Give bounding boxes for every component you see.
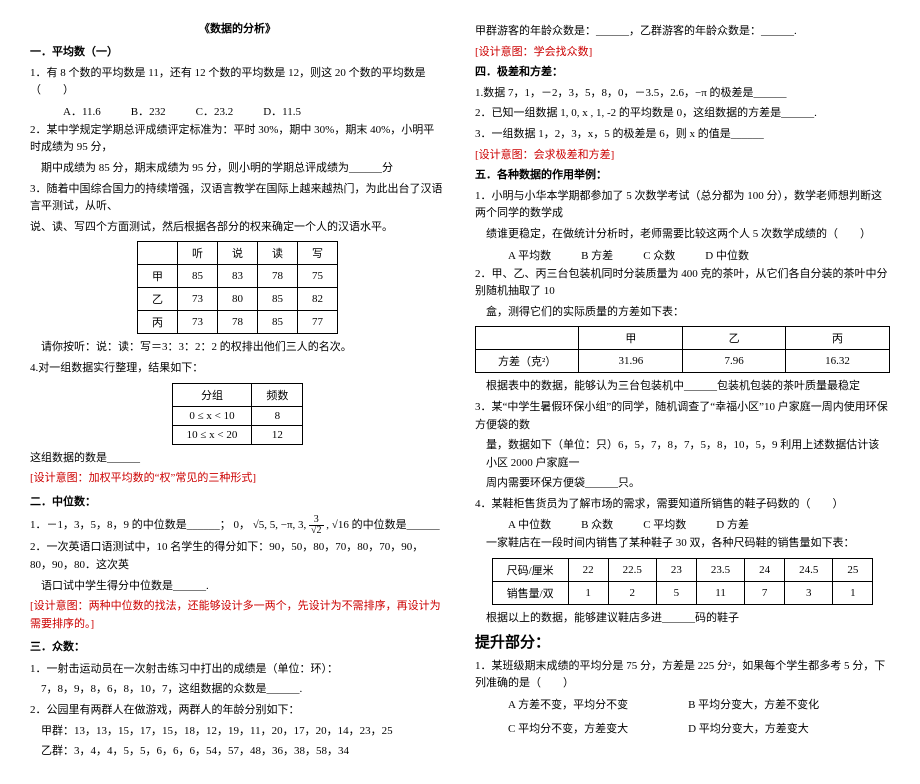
section-1-head: 一．平均数（一）	[30, 44, 445, 62]
section-4-head: 四．极差和方差：	[475, 64, 890, 82]
q-median-1: 1．－1，3，5，8，9 的中位数是______； 0， √5, 5, −π, …	[30, 515, 445, 536]
q6-1a: 1．某班级期末成绩的平均分是 75 分，方差是 225 分²，如果每个学生都多考…	[475, 658, 890, 693]
table-scores: 听 说 读 写 甲 85 83 78 75 乙 73 80 85 82 丙	[137, 241, 338, 334]
q1-text: 1．有 8 个数的平均数是 11，还有 12 个数的平均数是 12，则这 20 …	[30, 65, 445, 100]
q4-line-a: 4.对一组数据实行整理，结果如下：	[30, 360, 445, 378]
table-row: 方差（克²） 31.96 7.96 16.32	[476, 350, 890, 373]
q-mode-1b: 7，8，9，8，6，8，10，7，这组数据的众数是______.	[30, 681, 445, 699]
section-3-head: 三．众数：	[30, 639, 445, 657]
design-note-2: [设计意图：两种中位数的找法，还能够设计多一两个，先设计为不需排序，再设计为需要…	[30, 598, 445, 633]
section-6-head: 提升部分：	[475, 631, 890, 655]
table-row: 销售量/双 1 2 5 11 7 3 1	[492, 582, 873, 605]
q-median-2b: 语口试中学生得分中位数是______.	[30, 578, 445, 596]
q5-1-options: A 平均数 B 方差 C 众数 D 中位数	[475, 247, 890, 263]
fraction-icon: 3√2	[309, 515, 324, 536]
table-row: 10 ≤ x < 20 12	[172, 425, 303, 444]
opt-a: A 方差不变，平均分不变	[508, 696, 628, 712]
q2-line-b: 期中成绩为 85 分，期末成绩为 95 分，则小明的学期总评成绩为______分	[30, 160, 445, 178]
table-row: 0 ≤ x < 10 8	[172, 406, 303, 425]
opt-c: C 平均分不变，方差变大	[508, 720, 628, 736]
table-row: 甲 乙 丙	[476, 327, 890, 350]
opt-c: C 平均数	[643, 516, 686, 532]
opt-d: D 中位数	[705, 247, 749, 263]
q-median-2a: 2．一次英语口语测试中，10 名学生的得分如下：90，50，80，70，80，7…	[30, 539, 445, 574]
opt-d: D．11.5	[263, 103, 301, 119]
q4-line-b: 这组数据的数是______	[30, 450, 445, 468]
opt-d: D 平均分变大，方差变大	[688, 720, 809, 736]
table-row: 听 说 读 写	[138, 242, 338, 265]
opt-a: A 中位数	[508, 516, 551, 532]
opt-c: C 众数	[643, 247, 675, 263]
table-row: 丙 73 78 85 77	[138, 311, 338, 334]
q3-line-b: 说、读、写四个方面测试，然后根据各部分的权来确定一个人的汉语水平。	[30, 219, 445, 237]
q3-line-c: 请你按听：说：读：写＝3：3：2：2 的权排出他们三人的名次。	[30, 339, 445, 357]
opt-b: B 平均分变大，方差不变化	[688, 696, 819, 712]
r1: 甲群游客的年龄众数是：______，乙群游客的年龄众数是：______.	[475, 23, 890, 41]
opt-b: B 方差	[581, 247, 613, 263]
q5-3a: 3．某“中学生暑假环保小组”的同学，随机调查了“幸福小区”10 户家庭一周内使用…	[475, 399, 890, 434]
q5-4a: 4．某鞋柜售货员为了解市场的需求，需要知道所销售的鞋子码数的（ ）	[475, 496, 890, 514]
design-note-4: [设计意图：会求极差和方差]	[475, 147, 890, 165]
table-shoes: 尺码/厘米 22 22.5 23 23.5 24 24.5 25 销售量/双 1…	[492, 558, 874, 605]
table-variance: 甲 乙 丙 方差（克²） 31.96 7.96 16.32	[475, 326, 890, 373]
opt-a: A 平均数	[508, 247, 551, 263]
q-mode-1a: 1．一射击运动员在一次射击练习中打出的成绩是（单位：环）：	[30, 661, 445, 679]
opt-b: B．232	[131, 103, 166, 119]
q5-4c: 根据以上的数据，能够建议鞋店多进______码的鞋子	[475, 610, 890, 628]
q3-line-a: 3．随着中国综合国力的持续增强，汉语言教学在国际上越来越热门，为此出台了汉语言平…	[30, 181, 445, 216]
q5-3b: 量，数据如下（单位：只）6，5，7，8，7，5，8，10，5，9 利用上述数据估…	[475, 437, 890, 472]
q-mode-2a: 2．公园里有两群人在做游戏，两群人的年龄分别如下：	[30, 702, 445, 720]
q4-3: 3．一组数据 1，2，3，x，5 的极差是 6，则 x 的值是______	[475, 126, 890, 144]
q5-4b: 一家鞋店在一段时间内销售了某种鞋子 30 双，各种尺码鞋的销售量如下表：	[475, 535, 890, 553]
q5-2c: 根据表中的数据，能够认为三台包装机中______包装机包装的茶叶质量最稳定	[475, 378, 890, 396]
q4-2: 2．已知一组数据 1, 0, x , 1, -2 的平均数是 0，这组数据的方差…	[475, 105, 890, 123]
q-mode-2c: 乙群：3，4，4，5，5，6，6，6，54，57，48，36，38，58，34	[30, 743, 445, 761]
q5-3c: 周内需要环保方便袋______只。	[475, 475, 890, 493]
q5-1b: 绩谁更稳定，在做统计分析时，老师需要比较这两个人 5 次数学成绩的（ ）	[475, 226, 890, 244]
table-row: 分组 频数	[172, 383, 303, 406]
opt-c: C．23.2	[196, 103, 234, 119]
q-mode-2b: 甲群：13，13，15，17，15，18，12，19，11，20，17，20，1…	[30, 723, 445, 741]
q5-4-options: A 中位数 B 众数 C 平均数 D 方差	[475, 516, 890, 532]
opt-d: D 方差	[716, 516, 749, 532]
q2-line-a: 2．某中学规定学期总评成绩评定标准为：平时 30%，期中 30%，期末 40%，…	[30, 122, 445, 157]
q5-1a: 1．小明与小华本学期都参加了 5 次数学考试（总分都为 100 分），数学老师想…	[475, 188, 890, 223]
opt-b: B 众数	[581, 516, 613, 532]
q5-2b: 盒，测得它们的实际质量的方差如下表：	[475, 304, 890, 322]
table-row: 乙 73 80 85 82	[138, 288, 338, 311]
section-5-head: 五．各种数据的作用举例：	[475, 167, 890, 185]
design-note-3: [设计意图：学会找众数]	[475, 44, 890, 62]
table-freq: 分组 频数 0 ≤ x < 10 8 10 ≤ x < 20 12	[172, 383, 304, 445]
design-note-1: [设计意图：加权平均数的“权”常见的三种形式]	[30, 470, 445, 488]
table-row: 甲 85 83 78 75	[138, 265, 338, 288]
q1-options: A．11.6 B．232 C．23.2 D．11.5	[30, 103, 445, 119]
opt-a: A．11.6	[63, 103, 101, 119]
main-title: 《数据的分析》	[30, 20, 445, 36]
q6-1-options: A 方差不变，平均分不变 B 平均分变大，方差不变化 C 平均分不变，方差变大 …	[475, 696, 890, 736]
q5-2a: 2．甲、乙、丙三台包装机同时分装质量为 400 克的茶叶，从它们各自分装的茶叶中…	[475, 266, 890, 301]
table-row: 尺码/厘米 22 22.5 23 23.5 24 24.5 25	[492, 559, 873, 582]
section-2-head: 二．中位数：	[30, 494, 445, 512]
q4-1: 1.数据 7，1，－2，3，5，8，0，－3.5，2.6，−π 的极差是____…	[475, 85, 890, 103]
